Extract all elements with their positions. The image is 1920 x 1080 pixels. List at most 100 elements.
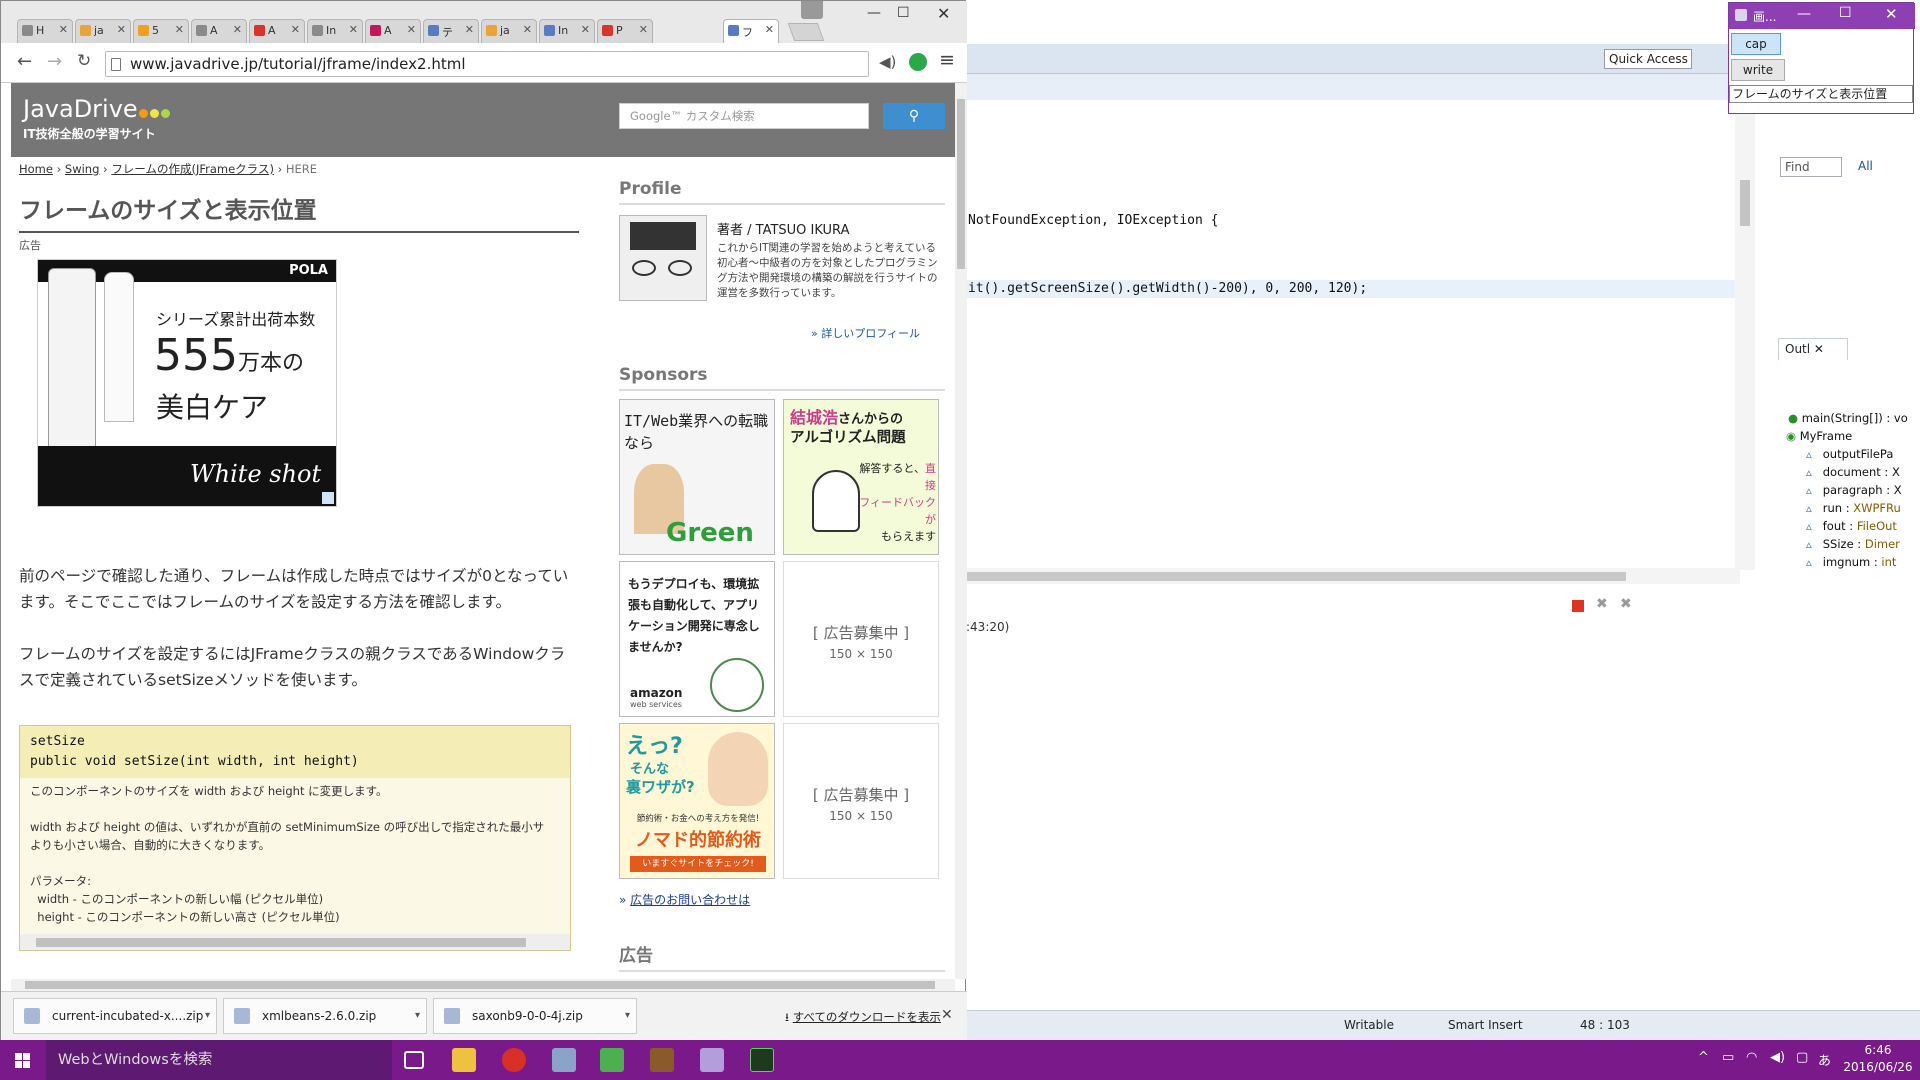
remove-launch-icon[interactable]: ✖ (1596, 596, 1608, 612)
filename-input[interactable]: フレームのサイズと表示位置 (1729, 85, 1913, 103)
chevron-down-icon[interactable]: ▾ (415, 999, 420, 1033)
notification-icon[interactable]: ▢ (1796, 1050, 1808, 1065)
terminal-icon[interactable] (750, 1048, 774, 1072)
outline-item[interactable]: ▵ run : XWPFRu (1806, 501, 1901, 515)
close-icon[interactable]: ✕ (1885, 5, 1898, 23)
outline-item[interactable]: ▵ imgnum : int (1806, 555, 1896, 569)
sponsor-ad-setsuyaku[interactable]: えっ? そんな 裏ワザが? 節約術・お金への考え方を発信! ノマド的節約術 いま… (619, 723, 775, 879)
outline-item[interactable]: ▵ paragraph : X (1806, 483, 1902, 497)
outline-item[interactable]: ◉ MyFrame (1786, 429, 1852, 443)
pola-ad-banner[interactable]: POLA シリーズ累計出荷本数 555万本の 美白ケア White shot (37, 259, 337, 507)
outline-item[interactable]: ▵ SSize : Dimer (1806, 537, 1900, 551)
maximize-icon[interactable]: ☐ (897, 5, 910, 21)
browser-tab[interactable]: ja ✕ (481, 19, 537, 43)
breadcrumb-jframe[interactable]: フレームの作成(JFrameクラス) (111, 162, 274, 176)
sponsor-ad-aws[interactable]: もうデプロイも、環境拡張も自動化して、アプリケーション開発に専念しませんか? a… (619, 561, 775, 717)
breadcrumb-swing[interactable]: Swing (65, 162, 100, 176)
cap-button[interactable]: cap (1731, 33, 1781, 55)
file-explorer-icon[interactable] (452, 1048, 476, 1072)
tab-outline[interactable]: Outl ✕ (1778, 338, 1848, 360)
volume-icon[interactable]: ◀) (1770, 1050, 1785, 1065)
close-tab-icon[interactable]: ✕ (765, 23, 774, 36)
app-icon[interactable] (600, 1048, 624, 1072)
taskbar-search[interactable]: WebとWindowsを検索 (46, 1040, 392, 1080)
close-tab-icon[interactable]: ✕ (117, 23, 126, 36)
maximize-icon[interactable]: ☐ (1839, 5, 1852, 21)
chevron-down-icon[interactable]: ▾ (625, 999, 630, 1033)
start-button[interactable] (0, 1040, 46, 1080)
cast-icon[interactable]: ◀) (879, 53, 896, 71)
sponsor-ad-algorithm[interactable]: 結城浩さんからの アルゴリズム問題 解答すると、直接 フィードバックが もらえます (783, 399, 939, 555)
menu-icon[interactable]: ≡ (939, 49, 955, 71)
site-search-button[interactable]: ⚲ (883, 103, 945, 129)
editor-vertical-scrollbar[interactable] (1735, 100, 1755, 570)
outline-item[interactable]: ▵ document : X (1806, 465, 1900, 479)
editor-horizontal-scrollbar[interactable] (966, 568, 1740, 584)
close-tab-icon[interactable]: ✕ (59, 23, 68, 36)
battery-icon[interactable]: ▭ (1722, 1050, 1734, 1065)
close-tab-icon[interactable]: ✕ (349, 23, 358, 36)
api-box-scrollbar[interactable] (20, 934, 570, 950)
chevron-up-icon[interactable]: ^ (1698, 1050, 1709, 1065)
browser-tab[interactable]: A ✕ (249, 19, 305, 43)
close-tab-icon[interactable]: ✕ (639, 23, 648, 36)
extension-icon[interactable] (909, 53, 927, 71)
download-item[interactable]: current-incubated-x....zip ▾ (13, 998, 217, 1034)
page-info-icon[interactable] (111, 58, 121, 71)
download-item[interactable]: xmlbeans-2.6.0.zip ▾ (223, 998, 427, 1034)
close-tab-icon[interactable]: ✕ (233, 23, 242, 36)
ad-slot-vacant[interactable]: [ 広告募集中 ] 150 × 150 (783, 723, 939, 879)
find-all-link[interactable]: All (1858, 159, 1873, 173)
code-line-highlighted[interactable]: it().getScreenSize().getWidth()-200), 0,… (968, 281, 1367, 296)
minimize-icon[interactable]: — (867, 5, 881, 21)
remove-all-icon[interactable]: ✖ (1620, 596, 1632, 612)
close-tab-icon[interactable]: ✕ (291, 23, 300, 36)
code-line[interactable]: NotFoundException, IOException { (968, 213, 1218, 228)
browser-tab[interactable]: In ✕ (307, 19, 363, 43)
browser-tab[interactable]: 5 ✕ (133, 19, 189, 43)
outline-item[interactable]: ● main(String[]) : vo (1788, 411, 1908, 425)
page-vertical-scrollbar[interactable] (955, 83, 967, 979)
quick-access-field[interactable]: Quick Access (1604, 49, 1692, 69)
browser-tab[interactable]: P ✕ (597, 19, 653, 43)
find-input[interactable]: Find (1780, 157, 1842, 177)
reload-icon[interactable]: ↻ (77, 51, 91, 71)
new-tab-button[interactable] (787, 23, 825, 41)
clock-time[interactable]: 6:46 (1848, 1043, 1908, 1057)
adchoices-icon[interactable] (322, 492, 334, 504)
task-view-icon[interactable] (404, 1051, 424, 1069)
close-tab-icon[interactable]: ✕ (523, 23, 532, 36)
outline-item[interactable]: ▵ fout : FileOut (1806, 519, 1897, 533)
sponsor-ad-green[interactable]: IT/Web業界への転職なら Green (619, 399, 775, 555)
close-tab-icon[interactable]: ✕ (407, 23, 416, 36)
browser-tab[interactable]: テ ✕ (423, 19, 479, 43)
close-download-bar-icon[interactable]: ✕ (941, 1007, 953, 1023)
browser-tab[interactable]: A ✕ (365, 19, 421, 43)
breadcrumb-home[interactable]: Home (19, 162, 53, 176)
site-search-input[interactable]: Google™ カスタム検索 (619, 103, 869, 129)
browser-tab-active[interactable]: フ ✕ (723, 19, 779, 44)
ad-slot-vacant[interactable]: [ 広告募集中 ] 150 × 150 (783, 561, 939, 717)
ad-contact-link[interactable]: » 広告のお問い合わせは (619, 891, 750, 908)
clock-date[interactable]: 2016/06/26 (1842, 1060, 1914, 1074)
close-tab-icon[interactable]: ✕ (465, 23, 474, 36)
profile-link[interactable]: » 詳しいプロフィール (811, 325, 920, 341)
show-all-downloads-link[interactable]: ⭳ すべてのダウンロードを表示 (785, 1009, 941, 1029)
browser-tab[interactable]: ja ✕ (75, 19, 131, 43)
outline-item[interactable]: ▵ outputFilePa (1806, 447, 1893, 461)
wifi-icon[interactable]: ◠ (1746, 1050, 1757, 1065)
profile-icon[interactable] (801, 1, 823, 19)
close-icon[interactable]: ✕ (937, 4, 950, 23)
terminate-icon[interactable] (1572, 600, 1584, 612)
browser-tab[interactable]: A ✕ (191, 19, 247, 43)
site-logo[interactable]: JavaDrive (23, 95, 138, 123)
chevron-down-icon[interactable]: ▾ (205, 999, 210, 1033)
app-icon[interactable] (552, 1048, 576, 1072)
eclipse-icon[interactable] (650, 1048, 674, 1072)
capture-app-titlebar[interactable]: 画... — ☐ ✕ (1729, 3, 1915, 29)
back-icon[interactable]: ← (17, 51, 32, 72)
write-button[interactable]: write (1731, 59, 1785, 81)
forward-icon[interactable]: → (47, 51, 62, 72)
address-bar[interactable]: www.javadrive.jp/tutorial/jframe/index2.… (105, 51, 869, 77)
minimize-icon[interactable]: — (1797, 6, 1811, 22)
